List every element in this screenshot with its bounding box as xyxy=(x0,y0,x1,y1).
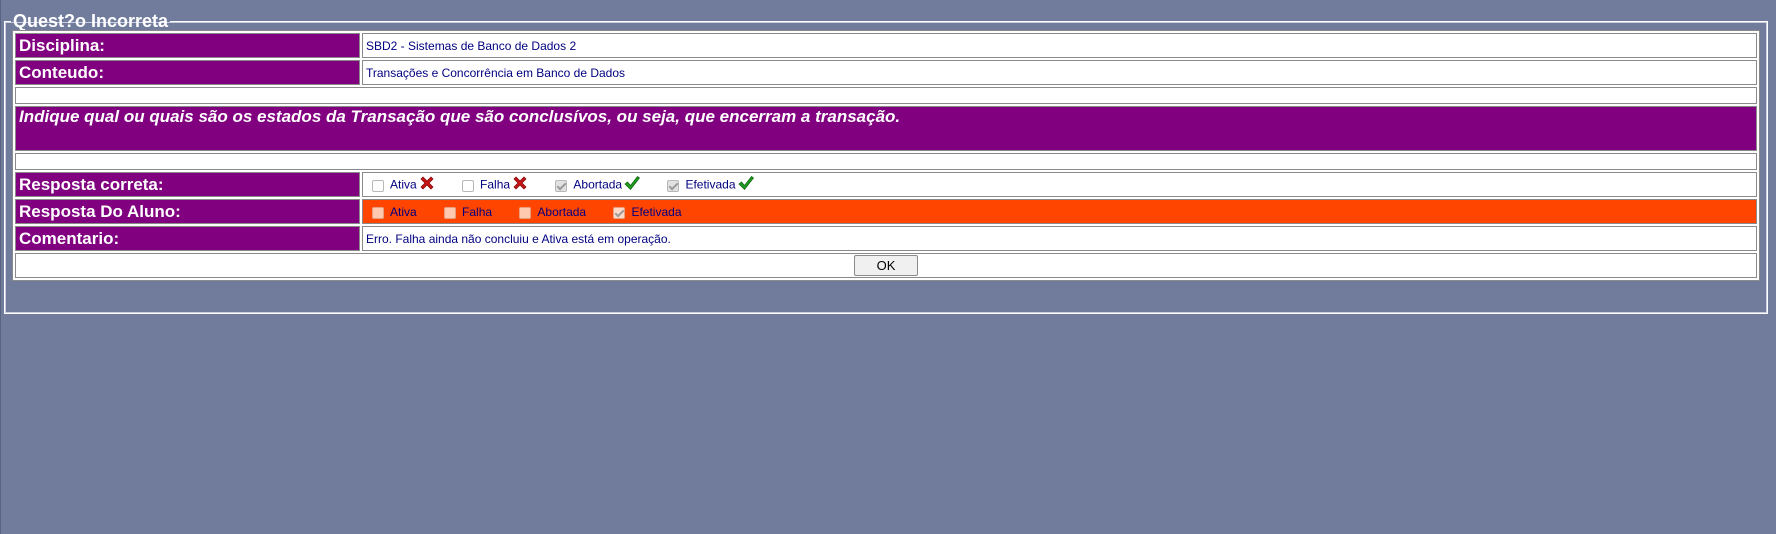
row-question: Indique qual ou quais são os estados da … xyxy=(15,106,1757,151)
resposta-aluno-options: Ativa Falha Abortada Efetivada xyxy=(362,199,1757,224)
correct-option: Falha xyxy=(456,175,528,194)
question-text: Indique qual ou quais são os estados da … xyxy=(15,106,1757,151)
spacer-cell xyxy=(15,153,1757,170)
correct-option: Abortada xyxy=(549,175,641,194)
conteudo-value: Transações e Concorrência em Banco de Da… xyxy=(362,60,1757,85)
row-resposta-correta: Resposta correta: Ativa Falha Abortada E… xyxy=(15,172,1757,197)
option-checkbox[interactable] xyxy=(462,179,475,192)
row-conteudo: Conteudo: Transações e Concorrência em B… xyxy=(15,60,1757,85)
option-label: Ativa xyxy=(390,177,417,192)
option-checkbox[interactable] xyxy=(613,207,626,220)
option-checkbox[interactable] xyxy=(555,179,568,192)
option-label: Ativa xyxy=(390,205,417,220)
student-option: Ativa xyxy=(366,204,417,220)
option-checkbox[interactable] xyxy=(444,207,457,220)
student-option: Abortada xyxy=(513,204,587,220)
option-label: Falha xyxy=(462,205,493,220)
comentario-label: Comentario: xyxy=(15,226,360,251)
option-checkbox[interactable] xyxy=(667,179,680,192)
student-option: Efetivada xyxy=(607,204,682,220)
correct-option: Efetivada xyxy=(661,175,754,194)
conteudo-label: Conteudo: xyxy=(15,60,360,85)
spacer-cell xyxy=(15,87,1757,104)
page-edge xyxy=(0,0,1,534)
cross-icon xyxy=(419,175,435,194)
option-checkbox[interactable] xyxy=(519,207,532,220)
question-table: Disciplina: SBD2 - Sistemas de Banco de … xyxy=(12,30,1760,281)
row-spacer-bottom xyxy=(15,153,1757,170)
option-checkbox[interactable] xyxy=(372,207,384,220)
correct-option: Ativa xyxy=(366,175,435,194)
comentario-value: Erro. Falha ainda não concluiu e Ativa e… xyxy=(362,226,1757,251)
row-disciplina: Disciplina: SBD2 - Sistemas de Banco de … xyxy=(15,33,1757,58)
option-label: Efetivada xyxy=(685,177,736,192)
resposta-correta-label: Resposta correta: xyxy=(15,172,360,197)
row-ok: OK xyxy=(15,253,1757,278)
check-icon xyxy=(737,175,754,194)
student-option: Falha xyxy=(438,204,493,220)
row-spacer-top xyxy=(15,87,1757,104)
ok-button[interactable]: OK xyxy=(854,255,918,276)
disciplina-value: SBD2 - Sistemas de Banco de Dados 2 xyxy=(362,33,1757,58)
cross-icon xyxy=(512,175,528,194)
option-label: Abortada xyxy=(573,177,623,192)
resposta-aluno-label: Resposta Do Aluno: xyxy=(15,199,360,224)
panel-title: Quest?o Incorreta xyxy=(13,11,169,31)
option-label: Falha xyxy=(480,177,511,192)
option-checkbox[interactable] xyxy=(372,179,384,192)
disciplina-label: Disciplina: xyxy=(15,33,360,58)
ok-cell: OK xyxy=(15,253,1757,278)
row-comentario: Comentario: Erro. Falha ainda não conclu… xyxy=(15,226,1757,251)
row-resposta-aluno: Resposta Do Aluno: Ativa Falha Abortada … xyxy=(15,199,1757,224)
resposta-correta-options: Ativa Falha Abortada Efetivada xyxy=(362,172,1757,197)
check-icon xyxy=(624,175,641,194)
option-label: Efetivada xyxy=(631,205,682,220)
option-label: Abortada xyxy=(537,205,587,220)
